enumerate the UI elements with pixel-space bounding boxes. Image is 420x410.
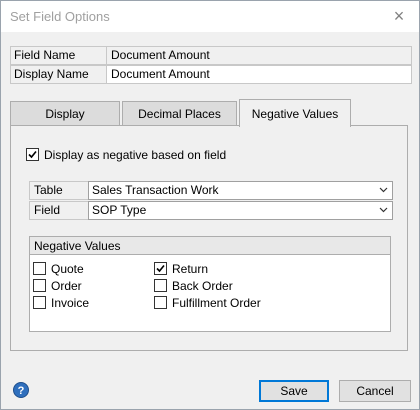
invoice-label: Invoice bbox=[51, 295, 90, 310]
back-order-checkbox[interactable] bbox=[154, 279, 167, 293]
help-icon[interactable]: ? bbox=[13, 382, 29, 398]
window-title: Set Field Options bbox=[10, 9, 110, 24]
cancel-button[interactable]: Cancel bbox=[339, 380, 411, 402]
fulfillment-order-label: Fulfillment Order bbox=[172, 295, 261, 310]
set-field-options-window: Set Field Options × Field Name Document … bbox=[0, 0, 420, 410]
table-label: Table bbox=[29, 181, 89, 200]
title-bar: Set Field Options × bbox=[1, 1, 419, 32]
field-select[interactable]: SOP Type bbox=[88, 201, 393, 220]
field-name-label: Field Name bbox=[10, 46, 109, 65]
negative-values-group: Negative Values Quote Order Invoice Retu… bbox=[29, 236, 391, 332]
option-order[interactable]: Order bbox=[33, 278, 82, 293]
field-row: Field SOP Type bbox=[29, 201, 393, 220]
option-back-order[interactable]: Back Order bbox=[154, 278, 233, 293]
option-fulfillment-order[interactable]: Fulfillment Order bbox=[154, 295, 261, 310]
tab-display[interactable]: Display bbox=[10, 101, 120, 126]
order-checkbox[interactable] bbox=[33, 279, 46, 293]
negative-values-panel: Display as negative based on field Table… bbox=[10, 125, 408, 351]
tab-decimal-places[interactable]: Decimal Places bbox=[122, 101, 237, 126]
return-label: Return bbox=[172, 261, 209, 276]
field-label: Field bbox=[29, 201, 89, 220]
field-name-value: Document Amount bbox=[106, 46, 412, 65]
display-negative-label: Display as negative based on field bbox=[44, 147, 227, 162]
table-select-value: Sales Transaction Work bbox=[92, 183, 219, 197]
invoice-checkbox[interactable] bbox=[33, 296, 46, 310]
return-checkbox[interactable] bbox=[154, 262, 167, 276]
table-row: Table Sales Transaction Work bbox=[29, 181, 393, 200]
quote-checkbox[interactable] bbox=[33, 262, 46, 276]
back-order-label: Back Order bbox=[172, 278, 233, 293]
table-select[interactable]: Sales Transaction Work bbox=[88, 181, 393, 200]
check-icon bbox=[28, 151, 37, 159]
close-icon[interactable]: × bbox=[389, 6, 409, 26]
display-name-input[interactable]: Document Amount bbox=[106, 65, 412, 84]
option-quote[interactable]: Quote bbox=[33, 261, 84, 276]
field-select-value: SOP Type bbox=[92, 203, 147, 217]
chevron-down-icon bbox=[379, 207, 388, 213]
chevron-down-icon bbox=[379, 187, 388, 193]
tab-negative-values[interactable]: Negative Values bbox=[239, 99, 351, 127]
option-return[interactable]: Return bbox=[154, 261, 209, 276]
order-label: Order bbox=[51, 278, 82, 293]
quote-label: Quote bbox=[51, 261, 84, 276]
display-name-label: Display Name bbox=[10, 65, 109, 84]
check-icon bbox=[156, 265, 165, 273]
fulfillment-order-checkbox[interactable] bbox=[154, 296, 167, 310]
display-negative-checkbox[interactable] bbox=[26, 148, 39, 162]
negative-values-header: Negative Values bbox=[30, 237, 390, 255]
save-button[interactable]: Save bbox=[259, 380, 329, 402]
display-negative-option[interactable]: Display as negative based on field bbox=[26, 147, 227, 162]
option-invoice[interactable]: Invoice bbox=[33, 295, 90, 310]
